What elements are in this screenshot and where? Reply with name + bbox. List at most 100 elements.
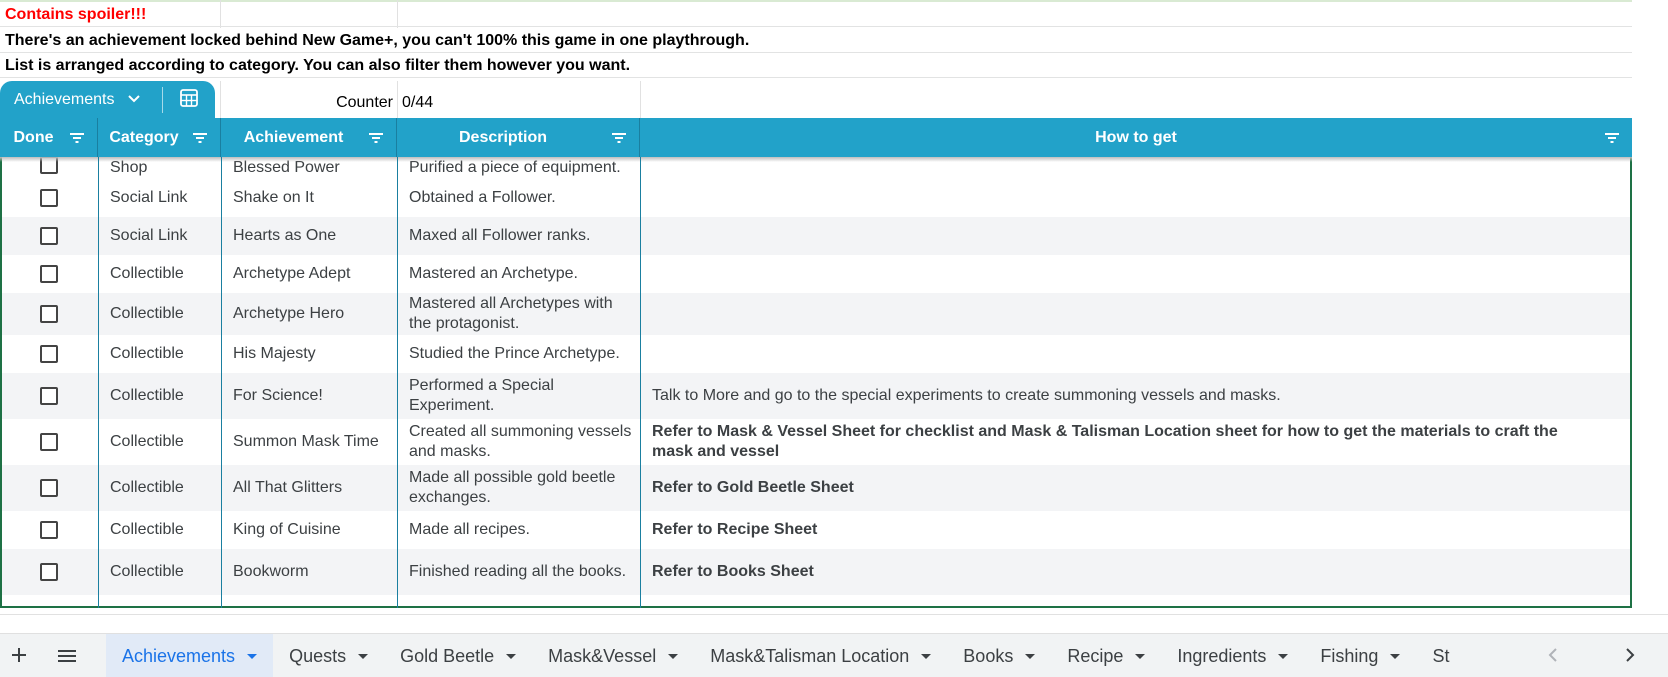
done-checkbox[interactable] <box>40 387 58 405</box>
sheet-tab[interactable]: Ingredients <box>1161 634 1304 677</box>
header-description[interactable]: Description <box>397 118 640 157</box>
done-checkbox[interactable] <box>40 563 58 581</box>
how-to-get-cell[interactable]: Refer to Mask & Vessel Sheet for checkli… <box>642 419 1630 465</box>
caret-down-icon[interactable] <box>668 653 679 659</box>
done-checkbox[interactable] <box>40 345 58 363</box>
done-checkbox[interactable] <box>40 189 58 207</box>
done-cell[interactable] <box>2 179 100 217</box>
how-to-get-cell[interactable] <box>642 293 1630 335</box>
header-category[interactable]: Category <box>98 118 221 157</box>
done-checkbox[interactable] <box>40 479 58 497</box>
description-cell[interactable]: Finished reading all the books. <box>399 549 642 595</box>
description-cell[interactable]: Performed a Special Experiment. <box>399 373 642 419</box>
done-cell[interactable] <box>2 293 100 335</box>
filter-icon[interactable] <box>611 131 627 149</box>
spoiler-note[interactable]: Contains spoiler!!! <box>0 2 1632 27</box>
description-cell[interactable]: Made all possible gold beetle exchanges. <box>399 465 642 511</box>
achievement-cell[interactable]: King of Cuisine <box>223 511 399 549</box>
sheet-tab[interactable]: Quests <box>273 634 384 677</box>
sheet-tab[interactable]: Achievements <box>106 634 274 677</box>
filter-icon[interactable] <box>192 131 208 149</box>
achievement-cell[interactable]: His Majesty <box>223 335 399 373</box>
description-cell[interactable]: Created all summoning vessels and masks. <box>399 419 642 465</box>
caret-down-icon[interactable] <box>1135 653 1146 659</box>
category-cell[interactable]: Collectible <box>100 465 223 511</box>
caret-down-icon[interactable] <box>1025 653 1036 659</box>
how-to-get-cell[interactable] <box>642 255 1630 293</box>
caret-down-icon[interactable] <box>921 653 932 659</box>
description-cell[interactable]: Mastered an Archetype. <box>399 255 642 293</box>
sheet-tab[interactable]: Mask&Talisman Location <box>694 634 947 677</box>
table-name-tab[interactable]: Achievements <box>0 81 215 119</box>
counter-label[interactable]: Counter <box>300 94 395 112</box>
done-checkbox[interactable] <box>40 227 58 245</box>
header-done[interactable]: Done <box>0 118 98 157</box>
category-cell[interactable]: Collectible <box>100 511 223 549</box>
sheet-tab[interactable]: Books <box>947 634 1051 677</box>
category-cell[interactable]: Collectible <box>100 373 223 419</box>
category-cell[interactable]: Social Link <box>100 217 223 255</box>
achievement-cell[interactable]: Hearts as One <box>223 217 399 255</box>
done-checkbox[interactable] <box>40 265 58 283</box>
done-cell[interactable] <box>2 217 100 255</box>
category-cell[interactable]: Collectible <box>100 255 223 293</box>
category-cell[interactable]: Collectible <box>100 549 223 595</box>
how-to-get-cell[interactable] <box>642 335 1630 373</box>
sheet-tab[interactable]: St <box>1416 634 1465 677</box>
category-cell[interactable]: Collectible <box>100 419 223 465</box>
achievement-cell[interactable]: For Science! <box>223 373 399 419</box>
header-achievement[interactable]: Achievement <box>221 118 397 157</box>
description-cell[interactable]: Studied the Prince Archetype. <box>399 335 642 373</box>
how-to-get-cell[interactable]: Refer to Gold Beetle Sheet <box>642 465 1630 511</box>
description-cell[interactable]: Maxed all Follower ranks. <box>399 217 642 255</box>
description-cell[interactable]: Obtained a Follower. <box>399 179 642 217</box>
done-cell[interactable] <box>2 419 100 465</box>
scroll-right-button[interactable] <box>1612 643 1648 669</box>
all-sheets-button[interactable] <box>48 634 86 677</box>
done-cell[interactable] <box>2 373 100 419</box>
caret-down-icon[interactable] <box>358 653 369 659</box>
how-to-get-cell[interactable]: Refer to Recipe Sheet <box>642 511 1630 549</box>
done-cell[interactable] <box>2 511 100 549</box>
arrangement-note[interactable]: List is arranged according to category. … <box>0 53 1632 78</box>
done-cell[interactable] <box>2 549 100 595</box>
caret-down-icon[interactable] <box>1390 653 1401 659</box>
scroll-left-button[interactable] <box>1535 643 1571 669</box>
how-to-get-cell[interactable] <box>642 217 1630 255</box>
how-to-get-cell[interactable] <box>642 179 1630 217</box>
achievement-cell[interactable]: Bookworm <box>223 549 399 595</box>
how-to-get-cell[interactable]: Refer to Books Sheet <box>642 549 1630 595</box>
table-name-dropdown[interactable]: Achievements <box>0 81 162 119</box>
category-cell[interactable]: Collectible <box>100 293 223 335</box>
caret-down-icon[interactable] <box>247 653 258 659</box>
sheet-tab[interactable]: Fishing <box>1304 634 1416 677</box>
done-cell[interactable] <box>2 255 100 293</box>
header-how-to-get[interactable]: How to get <box>640 118 1632 157</box>
sheet-tab[interactable]: Gold Beetle <box>384 634 532 677</box>
achievement-cell[interactable]: Archetype Adept <box>223 255 399 293</box>
done-checkbox[interactable] <box>40 433 58 451</box>
category-cell[interactable]: Social Link <box>100 179 223 217</box>
calculator-button[interactable] <box>163 81 215 119</box>
sheet-tab[interactable]: Mask&Vessel <box>532 634 694 677</box>
done-checkbox[interactable] <box>40 521 58 539</box>
achievement-cell[interactable]: Summon Mask Time <box>223 419 399 465</box>
description-cell[interactable]: Mastered all Archetypes with the protago… <box>399 293 642 335</box>
achievement-cell[interactable]: All That Glitters <box>223 465 399 511</box>
description-cell[interactable]: Made all recipes. <box>399 511 642 549</box>
new-game-note[interactable]: There's an achievement locked behind New… <box>0 28 1632 53</box>
counter-value[interactable]: 0/44 <box>402 94 433 112</box>
achievement-cell[interactable]: Shake on It <box>223 179 399 217</box>
achievement-cell[interactable]: Archetype Hero <box>223 293 399 335</box>
how-to-get-cell[interactable]: Talk to More and go to the special exper… <box>642 373 1630 419</box>
done-cell[interactable] <box>2 335 100 373</box>
add-sheet-button[interactable] <box>0 634 38 677</box>
filter-icon[interactable] <box>69 131 85 149</box>
caret-down-icon[interactable] <box>1278 653 1289 659</box>
filter-icon[interactable] <box>368 131 384 149</box>
category-cell[interactable]: Collectible <box>100 335 223 373</box>
sheet-tab[interactable]: Recipe <box>1051 634 1161 677</box>
filter-icon[interactable] <box>1604 131 1620 149</box>
done-checkbox[interactable] <box>40 305 58 323</box>
caret-down-icon[interactable] <box>506 653 517 659</box>
